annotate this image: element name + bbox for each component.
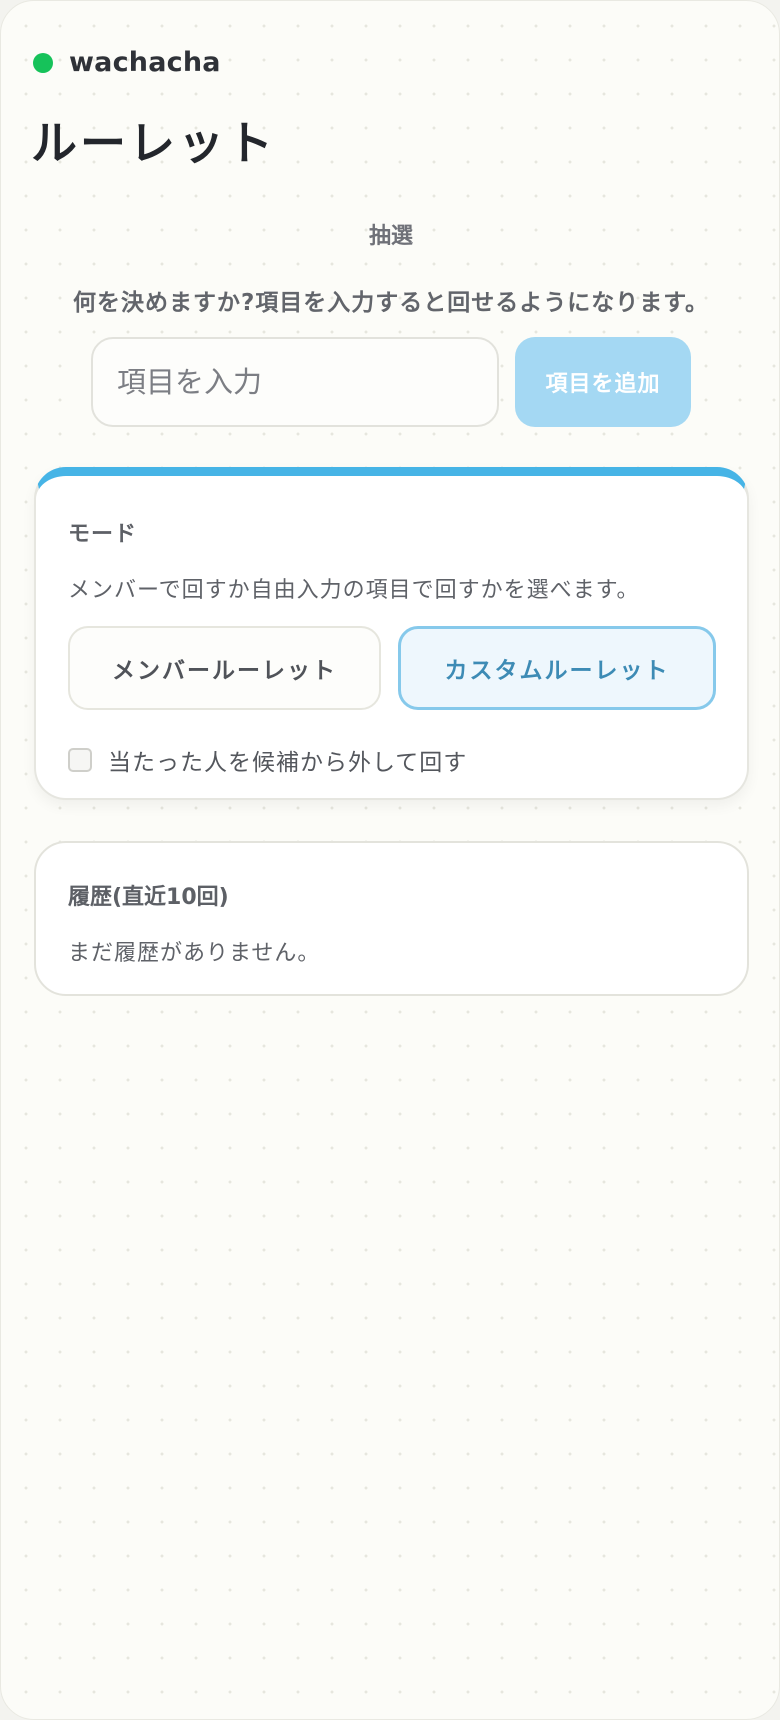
mode-title: モード: [68, 522, 138, 547]
item-input-row: 項目を追加: [91, 337, 691, 427]
custom-roulette-button[interactable]: カスタムルーレット: [398, 626, 716, 710]
online-status-icon: [33, 52, 53, 73]
mode-description: メンバーで回すか自由入力の項目で回すかを選べます。: [68, 578, 640, 603]
history-title: 履歴(直近10回): [68, 885, 229, 910]
page-title: ルーレット: [31, 116, 276, 170]
add-item-button[interactable]: 項目を追加: [515, 337, 691, 427]
brand-name: wachacha: [69, 47, 221, 78]
mode-card: モード メンバーで回すか自由入力の項目で回すかを選べます。 メンバールーレット …: [34, 467, 749, 800]
app-screen: wachacha ルーレット 抽選 何を決めますか?項目を入力すると回せるように…: [0, 0, 780, 1720]
history-card: 履歴(直近10回) まだ履歴がありません。: [34, 841, 749, 996]
exclude-winner-checkbox[interactable]: [68, 748, 92, 772]
member-roulette-button[interactable]: メンバールーレット: [68, 626, 381, 710]
section-label: 抽選: [368, 224, 413, 249]
instruction-text: 何を決めますか?項目を入力すると回せるようになります。: [72, 290, 710, 316]
brand-header: wachacha: [33, 47, 221, 78]
item-input[interactable]: [91, 337, 499, 427]
exclude-winner-option[interactable]: 当たった人を候補から外して回す: [68, 743, 467, 777]
history-empty-message: まだ履歴がありません。: [68, 941, 321, 966]
exclude-winner-label: 当たった人を候補から外して回す: [108, 750, 468, 776]
